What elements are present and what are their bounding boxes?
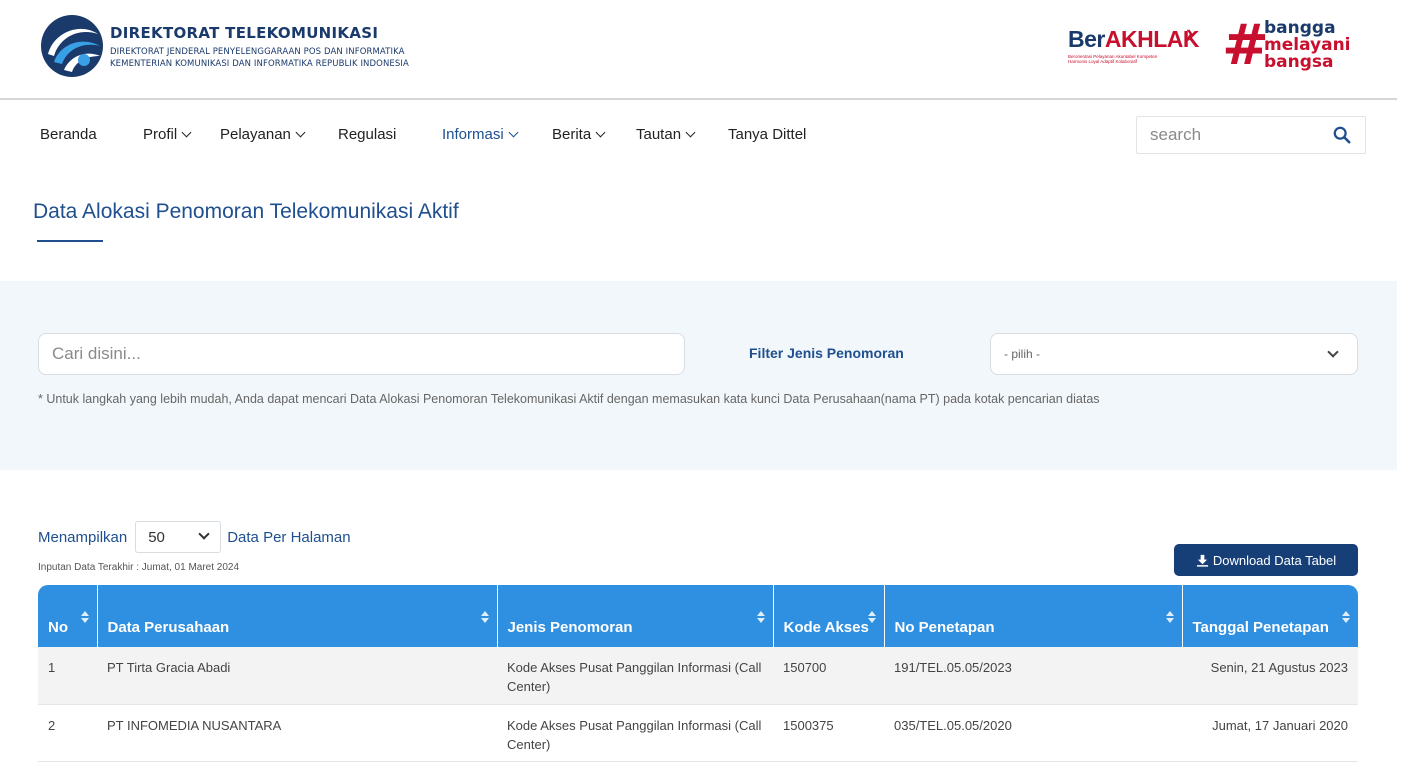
download-table-button[interactable]: Download Data Tabel [1174, 544, 1358, 576]
cell-tanggal-penetapan: Senin, 21 Agustus 2023 [1182, 647, 1358, 705]
berakhlak-arrow-icon: › [1186, 20, 1194, 45]
nav-label: Informasi [442, 126, 504, 143]
last-input-date: Inputan Data Terakhir : Jumat, 01 Maret … [38, 562, 240, 573]
sort-icon [1342, 611, 1350, 623]
filter-panel: Filter Jenis Penomoran - pilih - * Untuk… [0, 281, 1397, 470]
sort-icon [1165, 611, 1174, 623]
berakhlak-logo: BerAKHLAK › Berorientasi Pelayanan Akunt… [1068, 20, 1208, 74]
filter-label: Filter Jenis Penomoran [749, 345, 904, 361]
nav-label: Profil [143, 126, 178, 143]
bangga-word-3: bangsa [1264, 52, 1334, 72]
data-table-wrapper: No Data Perusahaan Jenis Penomoran Kode … [38, 585, 1358, 762]
hashtag-icon: # [1222, 13, 1269, 78]
download-label: Download Data Tabel [1212, 552, 1337, 568]
brand-text: DIREKTORAT TELEKOMUNIKASI DIREKTORAT JEN… [110, 24, 409, 70]
column-header-data-perusahaan[interactable]: Data Perusahaan [96, 585, 497, 647]
nav-item-pelayanan[interactable]: Pelayanan [220, 126, 306, 143]
main-navigation: Beranda Profil Pelayanan Regulasi Inform… [0, 104, 1402, 164]
page-size-control: Menampilkan 50 Data Per Halaman [38, 521, 351, 553]
nav-item-beranda[interactable]: Beranda [40, 126, 97, 143]
sort-icon [756, 611, 765, 623]
nav-item-tanya-dittel[interactable]: Tanya Dittel [728, 126, 806, 143]
title-underline [37, 240, 103, 242]
cell-no: 2 [38, 704, 97, 762]
filter-jenis-select[interactable]: - pilih - [990, 333, 1358, 375]
cell-jenis-penomoran: Kode Akses Pusat Panggilan Informasi (Ca… [497, 647, 773, 705]
cell-kode-akses: 1500375 [773, 704, 884, 762]
download-icon [1196, 554, 1208, 567]
cell-no: 1 [38, 647, 97, 705]
search-icon[interactable] [1333, 126, 1351, 144]
show-label: Menampilkan [38, 528, 128, 546]
cell-kode-akses: 150700 [773, 647, 884, 705]
column-header-jenis-penomoran[interactable]: Jenis Penomoran [496, 585, 773, 647]
column-header-label: No [48, 619, 68, 636]
chevron-down-icon [508, 127, 519, 138]
column-header-kode-akses[interactable]: Kode Akses [772, 585, 884, 647]
site-header: DIREKTORAT TELEKOMUNIKASI DIREKTORAT JEN… [0, 0, 1397, 100]
nav-label: Beranda [40, 126, 97, 143]
brand-title[interactable]: DIREKTORAT TELEKOMUNIKASI [110, 24, 409, 42]
cell-tanggal-penetapan: Jumat, 17 Januari 2020 [1182, 704, 1358, 762]
column-header-label: No Penetapan [894, 619, 995, 636]
table-header-row: No Data Perusahaan Jenis Penomoran Kode … [38, 585, 1358, 647]
column-header-no-penetapan[interactable]: No Penetapan [883, 585, 1182, 647]
column-header-no[interactable]: No [38, 585, 97, 647]
berakhlak-tagline: Berorientasi Pelayanan Akuntabel Kompete… [1068, 54, 1208, 64]
nav-label: Tanya Dittel [728, 126, 807, 143]
table-row: 1 PT Tirta Gracia Abadi Kode Akses Pusat… [38, 647, 1358, 705]
nav-item-regulasi[interactable]: Regulasi [338, 126, 396, 143]
berakhlak-word-akhlak: AKHLAK [1104, 26, 1200, 52]
nav-item-tautan[interactable]: Tautan [636, 126, 696, 143]
filter-note: * Untuk langkah yang lebih mudah, Anda d… [38, 392, 1100, 406]
chevron-down-icon [1327, 346, 1339, 358]
page-size-value: 50 [148, 528, 165, 546]
sort-icon [80, 611, 89, 623]
cell-data-perusahaan: PT Tirta Gracia Abadi [97, 647, 497, 705]
table-row: 2 PT INFOMEDIA NUSANTARA Kode Akses Pusa… [38, 704, 1358, 762]
berakhlak-word-ber: Ber [1068, 26, 1105, 52]
data-search-box [38, 333, 685, 375]
nav-item-berita[interactable]: Berita [552, 126, 606, 143]
bangga-words: bangga melayani bangsa [1264, 20, 1351, 71]
nav-label: Pelayanan [220, 126, 291, 143]
column-header-label: Kode Akses [783, 619, 869, 636]
data-table: No Data Perusahaan Jenis Penomoran Kode … [38, 585, 1358, 762]
data-search-input[interactable] [39, 334, 659, 374]
chevron-down-icon [295, 127, 306, 138]
filter-select-value: - pilih - [1004, 347, 1041, 361]
kominfo-logo-icon[interactable] [40, 14, 104, 78]
chevron-down-icon [198, 528, 210, 540]
nav-label: Tautan [636, 126, 682, 143]
chevron-down-icon [685, 127, 696, 138]
column-header-label: Jenis Penomoran [507, 619, 633, 636]
nav-label: Berita [552, 126, 592, 143]
per-page-label: Data Per Halaman [227, 528, 351, 546]
brand-subtitle-line2: KEMENTERIAN KOMUNIKASI DAN INFORMATIKA R… [110, 59, 409, 69]
cell-jenis-penomoran: Kode Akses Pusat Panggilan Informasi (Ca… [497, 704, 773, 762]
berakhlak-tagline-2: Harmonis Loyal Adaptif Kolaboratif [1068, 59, 1138, 64]
chevron-down-icon [595, 127, 606, 138]
chevron-down-icon [181, 127, 192, 138]
sort-icon [867, 611, 876, 623]
sort-icon [480, 611, 489, 623]
cell-no-penetapan: 035/TEL.05.05/2020 [884, 704, 1182, 762]
cell-data-perusahaan: PT INFOMEDIA NUSANTARA [97, 704, 497, 762]
page-size-select[interactable]: 50 [135, 521, 222, 553]
brand-subtitle: DIREKTORAT JENDERAL PENYELENGGARAAN POS … [110, 46, 409, 70]
column-header-tanggal-penetapan[interactable]: Tanggal Penetapan [1181, 585, 1358, 647]
column-header-label: Tanggal Penetapan [1192, 619, 1329, 636]
column-header-label: Data Perusahaan [107, 619, 230, 636]
site-search [1136, 116, 1366, 154]
site-search-input[interactable] [1137, 117, 1317, 153]
nav-item-profil[interactable]: Profil [143, 126, 192, 143]
page-title: Data Alokasi Penomoran Telekomunikasi Ak… [33, 200, 459, 223]
nav-item-informasi[interactable]: Informasi [442, 126, 519, 143]
brand-subtitle-line1: DIREKTORAT JENDERAL PENYELENGGARAAN POS … [110, 47, 405, 57]
nav-label: Regulasi [338, 126, 397, 143]
cell-no-penetapan: 191/TEL.05.05/2023 [884, 647, 1182, 705]
bangga-melayani-logo: # bangga melayani bangsa [1222, 18, 1372, 78]
